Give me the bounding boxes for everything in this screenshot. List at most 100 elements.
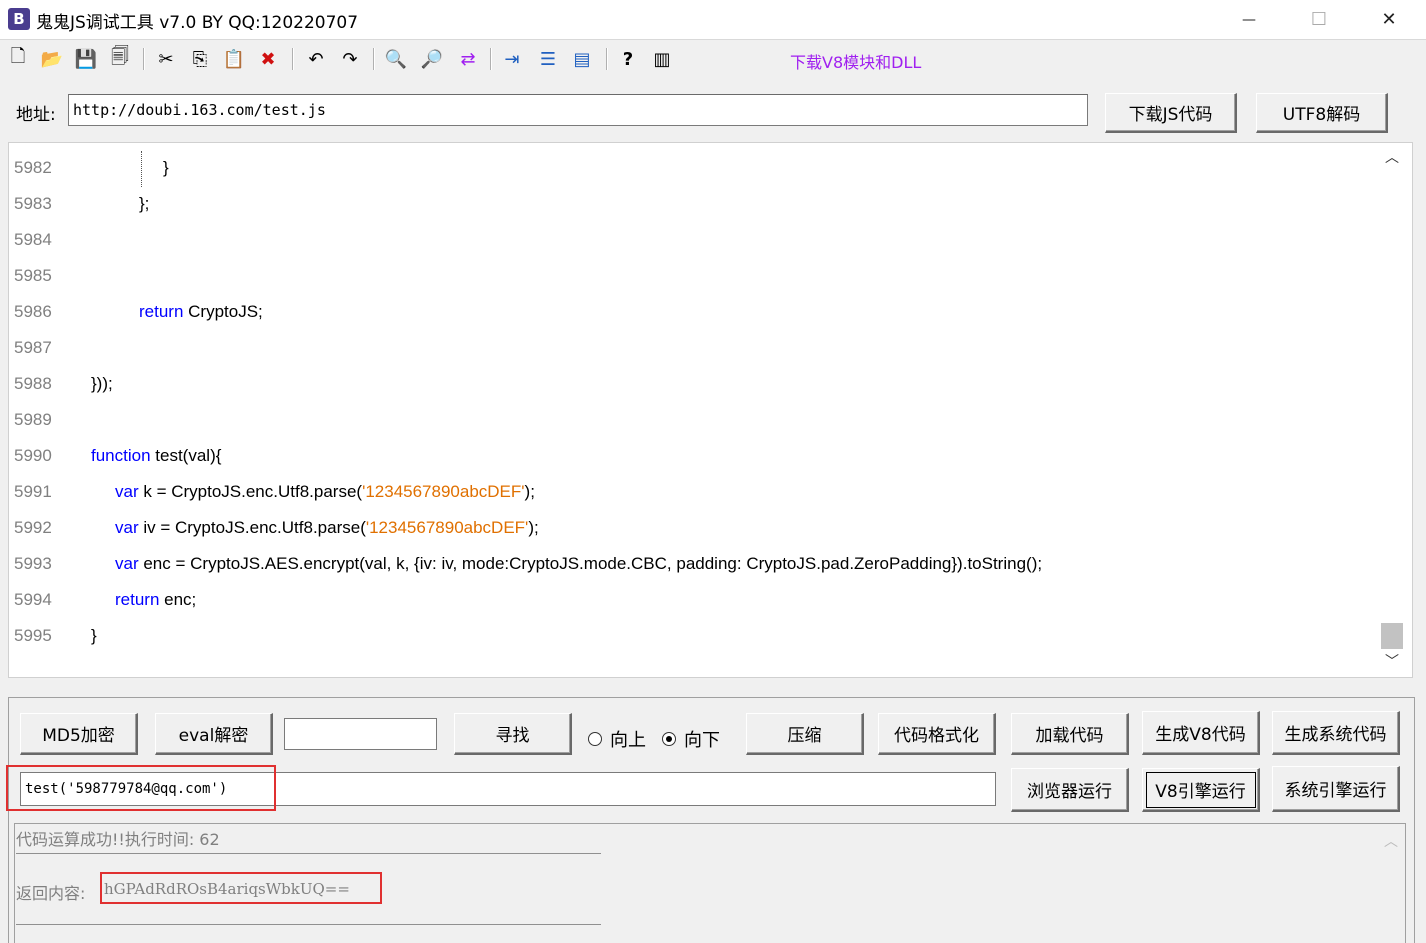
- output-status: 代码运算成功!!执行时间: 62: [16, 830, 220, 849]
- code-body: };: [139, 194, 150, 213]
- cut-icon[interactable]: ✂: [152, 45, 180, 73]
- close-button[interactable]: ✕: [1366, 0, 1412, 39]
- replace-icon[interactable]: ⇄: [454, 45, 482, 73]
- save-all-icon[interactable]: 🗐: [106, 45, 134, 73]
- code-text: return CryptoJS;: [139, 302, 263, 322]
- scroll-up-icon[interactable]: ︿: [1378, 143, 1406, 171]
- code-text: }: [91, 626, 97, 646]
- address-input[interactable]: http://doubi.163.com/test.js: [68, 94, 1088, 126]
- find-next-icon[interactable]: 🔎: [418, 45, 446, 73]
- code-text: var iv = CryptoJS.enc.Utf8.parse('123456…: [115, 518, 539, 538]
- code-body: }: [163, 158, 169, 177]
- code-line: 5986 return CryptoJS;: [9, 295, 1379, 331]
- code-line: 5984: [9, 223, 1379, 259]
- md5-encrypt-button[interactable]: MD5加密: [20, 713, 138, 755]
- window-icon[interactable]: ▤: [568, 45, 596, 73]
- line-number: 5985: [14, 266, 52, 285]
- save-icon[interactable]: 💾: [72, 45, 100, 73]
- search-input[interactable]: [284, 718, 437, 750]
- code-body: test(val){: [150, 446, 222, 465]
- code-tail: );: [528, 518, 539, 537]
- code-line: 5991 var k = CryptoJS.enc.Utf8.parse('123…: [9, 475, 1379, 511]
- window-title: 鬼鬼JS调试工具 v7.0 BY QQ:120220707: [36, 13, 359, 33]
- code-line: 5993 var enc = CryptoJS.AES.encrypt(val, …: [9, 547, 1379, 583]
- code-text: }));: [91, 374, 113, 394]
- editor-scrollbar[interactable]: ︿ ﹀: [1378, 143, 1406, 675]
- maximize-icon: ☐: [1310, 9, 1328, 30]
- code-text: return enc;: [115, 590, 196, 610]
- find-icon[interactable]: 🔍: [382, 45, 410, 73]
- code-line: 5989: [9, 403, 1379, 439]
- line-number: 5991: [14, 482, 52, 501]
- toolbar-separator: [373, 48, 375, 70]
- browser-run-button[interactable]: 浏览器运行: [1011, 768, 1129, 812]
- maximize-button[interactable]: ☐: [1296, 0, 1342, 39]
- column-icon[interactable]: ▥: [648, 45, 676, 73]
- scroll-down-icon[interactable]: ﹀: [1378, 647, 1406, 675]
- undo-icon[interactable]: ↶: [302, 45, 330, 73]
- code-line: 5990 function test(val){: [9, 439, 1379, 475]
- scrollbar-thumb[interactable]: [1381, 623, 1403, 649]
- indent-guide: [141, 151, 142, 187]
- minimize-button[interactable]: —: [1226, 0, 1272, 39]
- line-number: 5988: [14, 374, 52, 393]
- v8-engine-run-button[interactable]: V8引擎运行: [1142, 768, 1260, 812]
- radio-up-label: 向上: [610, 730, 646, 751]
- line-number: 5982: [14, 158, 52, 177]
- highlight-box-call: [6, 765, 276, 811]
- code-editor[interactable]: 5982} 5983}; 5984 5985 5986 return CryptoJS; 5…: [8, 142, 1413, 678]
- indent-icon[interactable]: ⇥: [498, 45, 526, 73]
- code-text: function test(val){: [91, 446, 221, 466]
- open-folder-icon[interactable]: 📂: [38, 45, 66, 73]
- app-icon: B: [8, 8, 30, 30]
- radio-down-label: 向下: [684, 730, 720, 751]
- code-text: var k = CryptoJS.enc.Utf8.parse('1234567…: [115, 482, 535, 502]
- system-engine-run-button[interactable]: 系统引擎运行: [1272, 766, 1400, 812]
- code-keyword: return: [115, 590, 160, 609]
- code-line: 5994 return enc;: [9, 583, 1379, 619]
- code-keyword: return: [139, 302, 184, 321]
- compress-button[interactable]: 压缩: [746, 713, 864, 755]
- new-file-icon[interactable]: 🗋: [4, 45, 32, 73]
- line-number: 5993: [14, 554, 52, 573]
- radio-down-circle[interactable]: [662, 732, 676, 746]
- line-number: 5994: [14, 590, 52, 609]
- code-tail: );: [524, 482, 535, 501]
- return-label: 返回内容:: [16, 884, 86, 903]
- code-keyword: function: [91, 446, 151, 465]
- line-number: 5983: [14, 194, 52, 213]
- line-number: 5995: [14, 626, 52, 645]
- generate-v8-code-button[interactable]: 生成V8代码: [1142, 711, 1260, 755]
- load-code-button[interactable]: 加载代码: [1011, 713, 1129, 755]
- code-line: 5982}: [9, 151, 1379, 187]
- generate-system-code-button[interactable]: 生成系统代码: [1272, 711, 1400, 755]
- code-line: 5995}: [9, 619, 1379, 655]
- download-js-button[interactable]: 下载JS代码: [1105, 93, 1237, 133]
- code-text: };: [139, 194, 149, 214]
- code-body: }));: [91, 374, 113, 393]
- format-code-button[interactable]: 代码格式化: [878, 713, 996, 755]
- delete-icon[interactable]: ✖: [254, 45, 282, 73]
- radio-up[interactable]: 向上: [588, 726, 646, 752]
- output-scroll-up-icon[interactable]: ︿: [1378, 830, 1404, 852]
- radio-down[interactable]: 向下: [662, 726, 720, 752]
- copy-icon[interactable]: ⎘: [186, 45, 214, 73]
- help-icon[interactable]: ?: [614, 45, 642, 73]
- redo-icon[interactable]: ↷: [336, 45, 364, 73]
- close-icon: ✕: [1381, 9, 1397, 30]
- numbered-list-icon[interactable]: ☰: [534, 45, 562, 73]
- radio-up-circle[interactable]: [588, 732, 602, 746]
- toolbar-separator: [606, 48, 608, 70]
- paste-icon[interactable]: 📋: [220, 45, 248, 73]
- code-body: CryptoJS;: [183, 302, 263, 321]
- find-button[interactable]: 寻找: [454, 713, 572, 755]
- address-label: 地址:: [16, 105, 56, 125]
- output-divider: [16, 924, 601, 925]
- utf8-decode-button[interactable]: UTF8解码: [1256, 93, 1388, 133]
- line-number: 5989: [14, 410, 52, 429]
- code-line: 5987: [9, 331, 1379, 367]
- code-string: '1234567890abcDEF': [365, 518, 529, 537]
- eval-decrypt-button[interactable]: eval解密: [155, 713, 273, 755]
- toolbar-separator: [143, 48, 145, 70]
- download-v8-link[interactable]: 下载V8模块和DLL: [790, 49, 921, 73]
